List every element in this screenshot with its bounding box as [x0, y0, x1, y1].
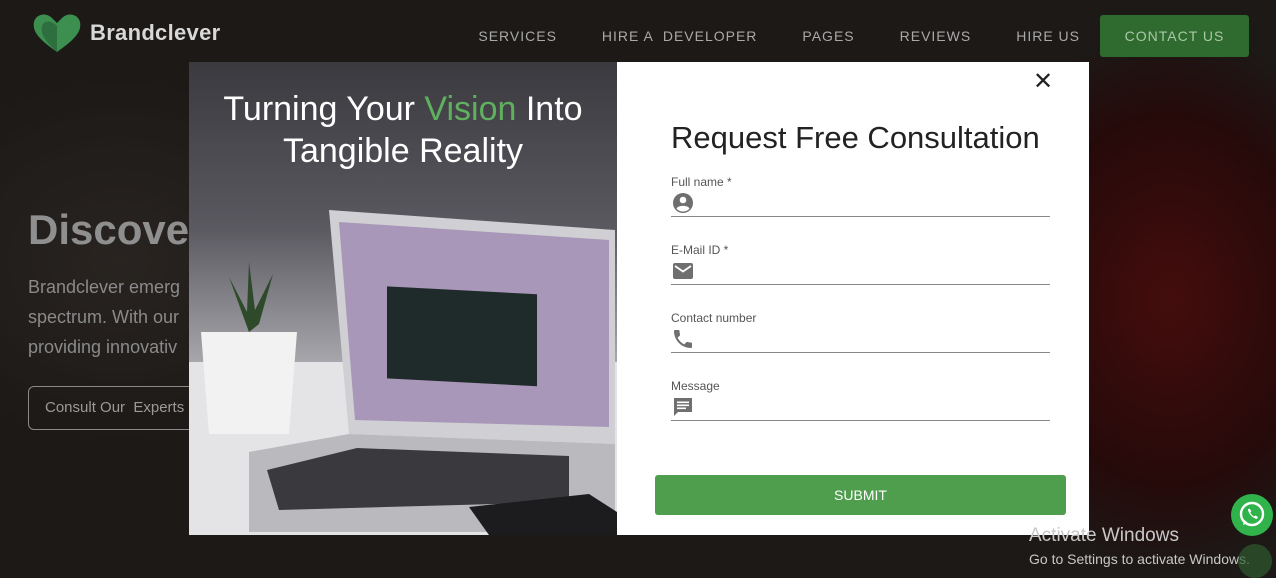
hero-line: Brandclever emerg: [28, 277, 181, 297]
email-field: E-Mail ID *: [671, 243, 1050, 295]
full-name-field: Full name *: [671, 175, 1050, 227]
heart-logo-icon: [33, 14, 81, 52]
brand-name: Brandclever: [90, 20, 221, 45]
brand-logo[interactable]: Brandclever: [32, 12, 220, 54]
consultation-modal: Turning Your Vision Into Tangible Realit…: [189, 62, 1089, 535]
scroll-to-top-button[interactable]: [1238, 544, 1272, 578]
whatsapp-icon: [1239, 501, 1265, 527]
message-label: Message: [671, 379, 720, 393]
nav-hire-us[interactable]: HIRE US: [1016, 15, 1080, 57]
email-row: [671, 257, 1050, 285]
contact-number-field: Contact number: [671, 311, 1050, 363]
email-input[interactable]: [703, 257, 1047, 285]
contact-us-button[interactable]: CONTACT US: [1100, 15, 1249, 57]
full-name-input[interactable]: [703, 189, 1047, 217]
whatsapp-button[interactable]: [1231, 494, 1273, 536]
headline-text: Into: [516, 90, 583, 128]
nav-pages[interactable]: PAGES: [802, 15, 854, 57]
message-field: Message: [671, 379, 1050, 431]
hero-description: Brandclever emerg spectrum. With our pro…: [28, 272, 180, 362]
full-name-label: Full name *: [671, 175, 732, 189]
email-label: E-Mail ID *: [671, 243, 729, 257]
submit-button[interactable]: SUBMIT: [655, 475, 1066, 515]
nav-hire-a-developer[interactable]: HIRE A DEVELOPER: [602, 15, 758, 57]
consultation-form: ✕ Request Free Consultation Full name * …: [617, 62, 1089, 535]
full-name-row: [671, 189, 1050, 217]
activation-subtitle: Go to Settings to activate Windows.: [1029, 551, 1250, 567]
headline-highlight: Vision: [424, 90, 517, 128]
nav-reviews[interactable]: REVIEWS: [900, 15, 972, 57]
mail-icon: [673, 263, 693, 279]
person-icon: [673, 193, 693, 213]
form-title: Request Free Consultation: [671, 120, 1040, 155]
windows-activation-watermark: Activate Windows Go to Settings to activ…: [1029, 525, 1250, 567]
contact-number-input[interactable]: [703, 325, 1047, 353]
activation-title: Activate Windows: [1029, 525, 1179, 546]
contact-number-row: [671, 325, 1050, 353]
hero-line: spectrum. With our: [28, 307, 180, 327]
message-row: [671, 393, 1050, 421]
close-icon[interactable]: ✕: [1031, 70, 1055, 94]
top-navigation: SERVICES HIRE A DEVELOPER PAGES REVIEWS …: [433, 15, 1249, 57]
message-input[interactable]: [703, 393, 1047, 421]
nav-services[interactable]: SERVICES: [478, 15, 557, 57]
hero-line: providing innovativ: [28, 337, 178, 357]
hero-title: Discover: [28, 206, 206, 253]
message-icon: [674, 398, 692, 416]
modal-image-panel: Turning Your Vision Into Tangible Realit…: [189, 62, 617, 535]
contact-number-label: Contact number: [671, 311, 757, 325]
headline-text: Turning Your: [223, 90, 425, 128]
modal-headline: Turning Your Vision Into Tangible Realit…: [189, 88, 617, 172]
headline-line2: Tangible Reality: [282, 132, 524, 170]
phone-icon: [674, 330, 692, 348]
